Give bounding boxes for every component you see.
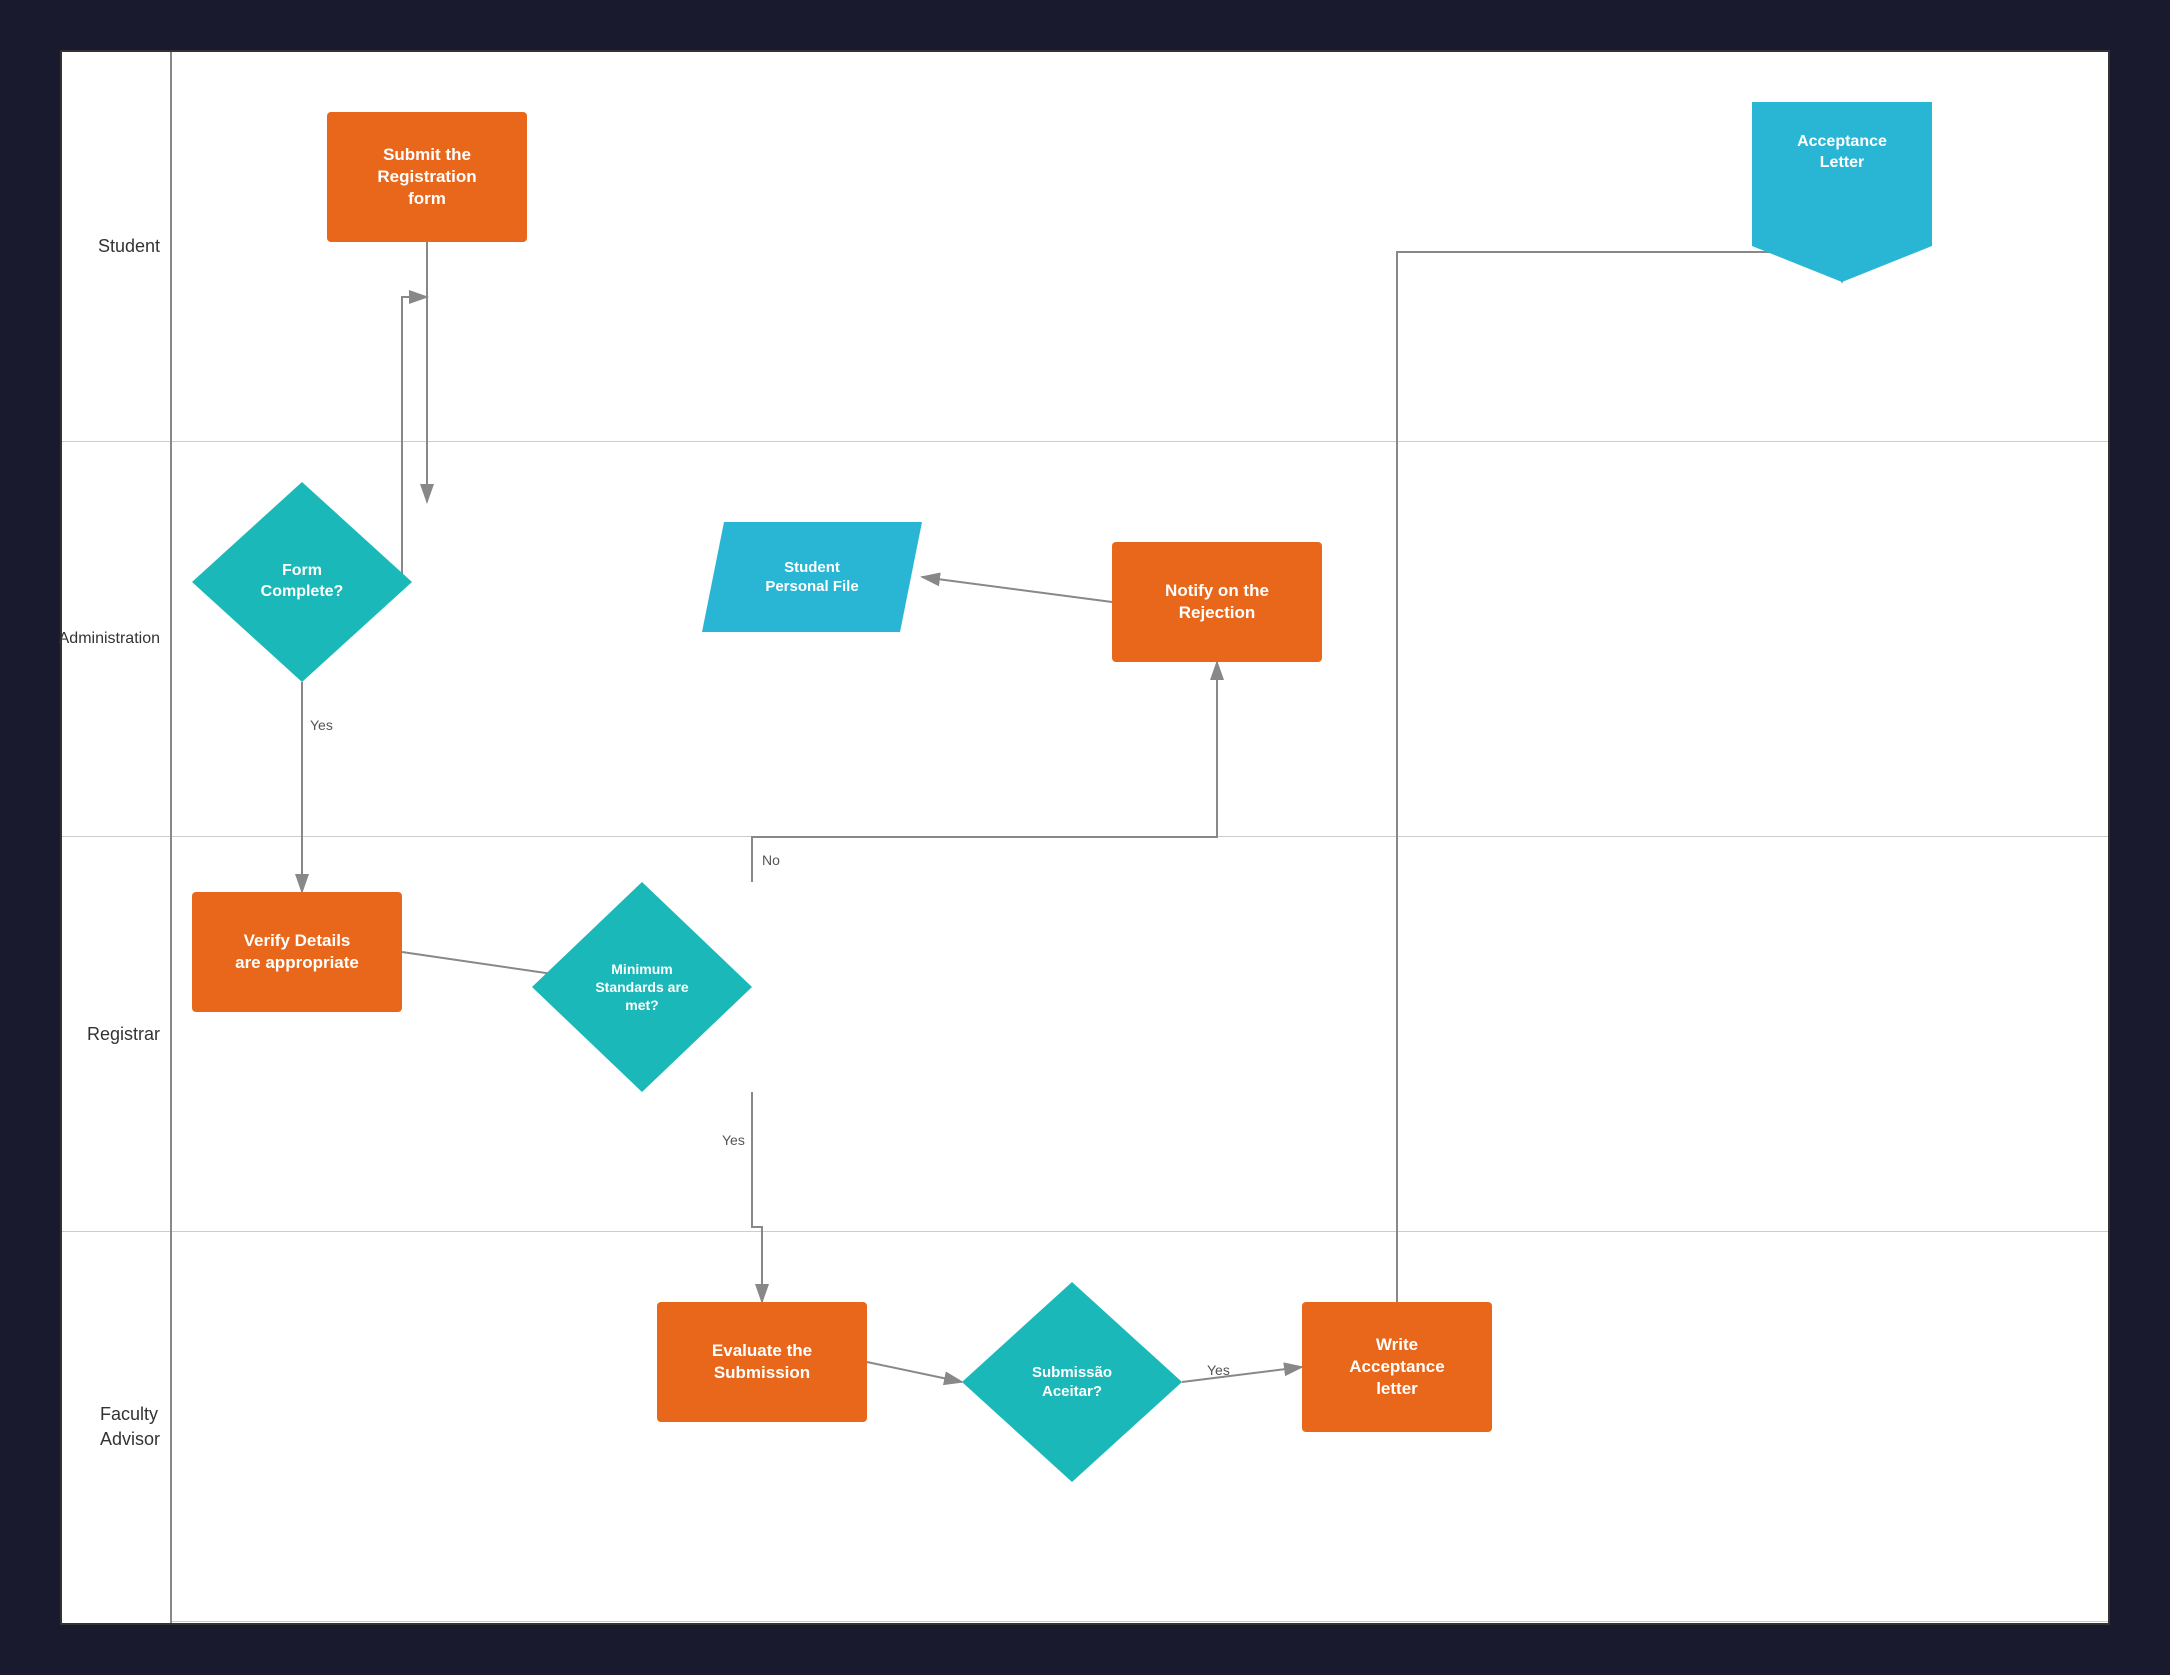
diagram-container: Student Administration Registrar Faculty…	[60, 50, 2110, 1625]
student-file-shape: Student Personal File	[702, 522, 922, 632]
swimlane-labels: Student Administration Registrar Faculty…	[62, 52, 172, 1623]
lane-registrar: Registrar	[62, 837, 170, 1232]
label-no-up: No	[762, 852, 780, 868]
write-acceptance-shape: Write Acceptance letter	[1302, 1302, 1492, 1432]
lane-student: Student	[62, 52, 170, 442]
label-yes-faculty: Yes	[722, 1132, 745, 1148]
evaluate-submission-shape: Evaluate the Submission	[657, 1302, 867, 1422]
label-yes-accept: Yes	[1207, 1362, 1230, 1378]
notify-rejection-shape: Notify on the Rejection	[1112, 542, 1322, 662]
verify-details-shape: Verify Details are appropriate	[192, 892, 402, 1012]
label-yes-down: Yes	[310, 717, 333, 733]
lane-administration: Administration	[62, 442, 170, 837]
submit-form-shape: Submit the Registration form	[327, 112, 527, 242]
acceptance-letter-shape: Acceptance Letter	[1752, 102, 1932, 282]
lane-faculty: FacultyAdvisor	[62, 1232, 170, 1622]
